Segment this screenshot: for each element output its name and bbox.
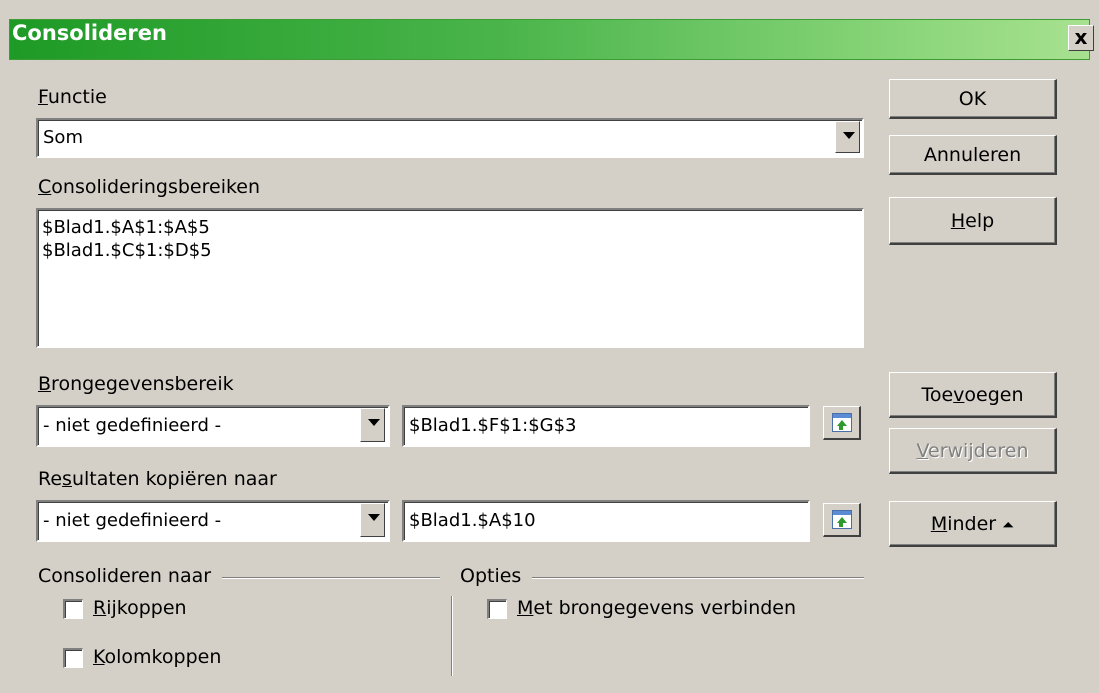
copy-results-shrink-button[interactable] <box>823 503 861 537</box>
column-headers-checkbox[interactable] <box>63 648 83 668</box>
source-range-dropdown-arrow-icon[interactable] <box>360 408 385 442</box>
link-source-label[interactable]: Met brongegevens verbinden <box>517 597 796 619</box>
help-button[interactable]: Help <box>889 197 1057 245</box>
function-label-rest: unctie <box>47 86 107 108</box>
row-headers-rest: ijkoppen <box>106 597 187 619</box>
link-source-rest: et brongegevens verbinden <box>533 597 797 619</box>
row-headers-checkbox[interactable] <box>63 599 83 619</box>
copy-results-label: Resultaten kopiëren naar <box>38 468 277 490</box>
function-select[interactable]: Som <box>36 118 864 158</box>
consolidate-to-divider <box>222 577 440 579</box>
dialog-title: Consolideren <box>12 21 167 45</box>
function-select-value: Som <box>43 127 83 148</box>
consolidation-ranges-label: Consolideringsbereiken <box>38 176 260 198</box>
row-headers-label[interactable]: Rijkoppen <box>93 597 187 619</box>
copy-results-input[interactable]: $Blad1.$A$10 <box>402 500 810 542</box>
function-label: Functie <box>38 86 107 108</box>
add-accel: v <box>953 384 965 406</box>
consolidation-ranges-label-accel: C <box>38 176 52 198</box>
column-headers-accel: K <box>93 646 105 668</box>
consolidation-ranges-label-rest: onsolideringsbereiken <box>51 176 261 198</box>
help-rest: elp <box>965 210 995 232</box>
options-title: Opties <box>460 565 522 587</box>
title-bar: Consolideren x <box>0 0 1099 60</box>
add-pre: Toe <box>921 384 954 406</box>
delete-button[interactable]: Verwijderen <box>889 428 1057 474</box>
less-button[interactable]: Minder ⏶ <box>889 501 1057 547</box>
source-range-dropdown-value: - niet gedefinieerd - <box>43 415 222 436</box>
source-range-shrink-button[interactable] <box>823 406 861 440</box>
source-range-label-rest: rongegevensbereik <box>51 373 234 395</box>
copy-results-dropdown-arrow-icon[interactable] <box>360 503 385 537</box>
close-button[interactable]: x <box>1068 25 1094 51</box>
help-accel: H <box>950 210 966 232</box>
column-headers-rest: olomkoppen <box>104 646 222 668</box>
delete-accel: V <box>916 440 929 462</box>
source-range-input[interactable]: $Blad1.$F$1:$G$3 <box>402 405 810 447</box>
consolidate-to-title: Consolideren naar <box>38 565 212 587</box>
copy-results-label-post: ultaten kopiëren naar <box>71 468 277 490</box>
copy-results-dropdown[interactable]: - niet gedefinieerd - <box>36 500 390 542</box>
cancel-button[interactable]: Annuleren <box>889 135 1057 175</box>
source-range-label-accel: B <box>38 373 52 395</box>
row-headers-accel: R <box>93 597 107 619</box>
function-dropdown-arrow-icon[interactable] <box>835 121 860 153</box>
chevron-up-icon: ⏶ <box>1002 516 1015 534</box>
copy-results-label-pre: Re <box>38 468 63 490</box>
options-divider <box>532 577 864 579</box>
copy-results-input-value: $Blad1.$A$10 <box>409 510 536 531</box>
less-accel: M <box>930 513 948 535</box>
ok-button[interactable]: OK <box>889 79 1057 119</box>
title-bar-gradient <box>9 19 1090 60</box>
source-range-input-value: $Blad1.$F$1:$G$3 <box>409 415 577 436</box>
function-label-accel: F <box>38 86 48 108</box>
options-separator <box>451 596 453 676</box>
delete-rest: erwijderen <box>928 440 1029 462</box>
list-item[interactable]: $Blad1.$C$1:$D$5 <box>42 239 858 262</box>
copy-results-dropdown-value: - niet gedefinieerd - <box>43 510 222 531</box>
source-range-dropdown[interactable]: - niet gedefinieerd - <box>36 405 390 447</box>
add-button[interactable]: Toevoegen <box>889 372 1057 418</box>
list-item[interactable]: $Blad1.$A$1:$A$5 <box>42 216 858 239</box>
add-post: oegen <box>964 384 1024 406</box>
link-source-accel: M <box>517 597 534 619</box>
source-range-label: Brongegevensbereik <box>38 373 234 395</box>
less-rest: inder <box>947 513 997 535</box>
copy-results-label-accel: s <box>62 468 72 490</box>
consolidation-ranges-list[interactable]: $Blad1.$A$1:$A$5 $Blad1.$C$1:$D$5 <box>36 208 864 348</box>
column-headers-label[interactable]: Kolomkoppen <box>93 646 221 668</box>
link-source-checkbox[interactable] <box>487 599 507 619</box>
